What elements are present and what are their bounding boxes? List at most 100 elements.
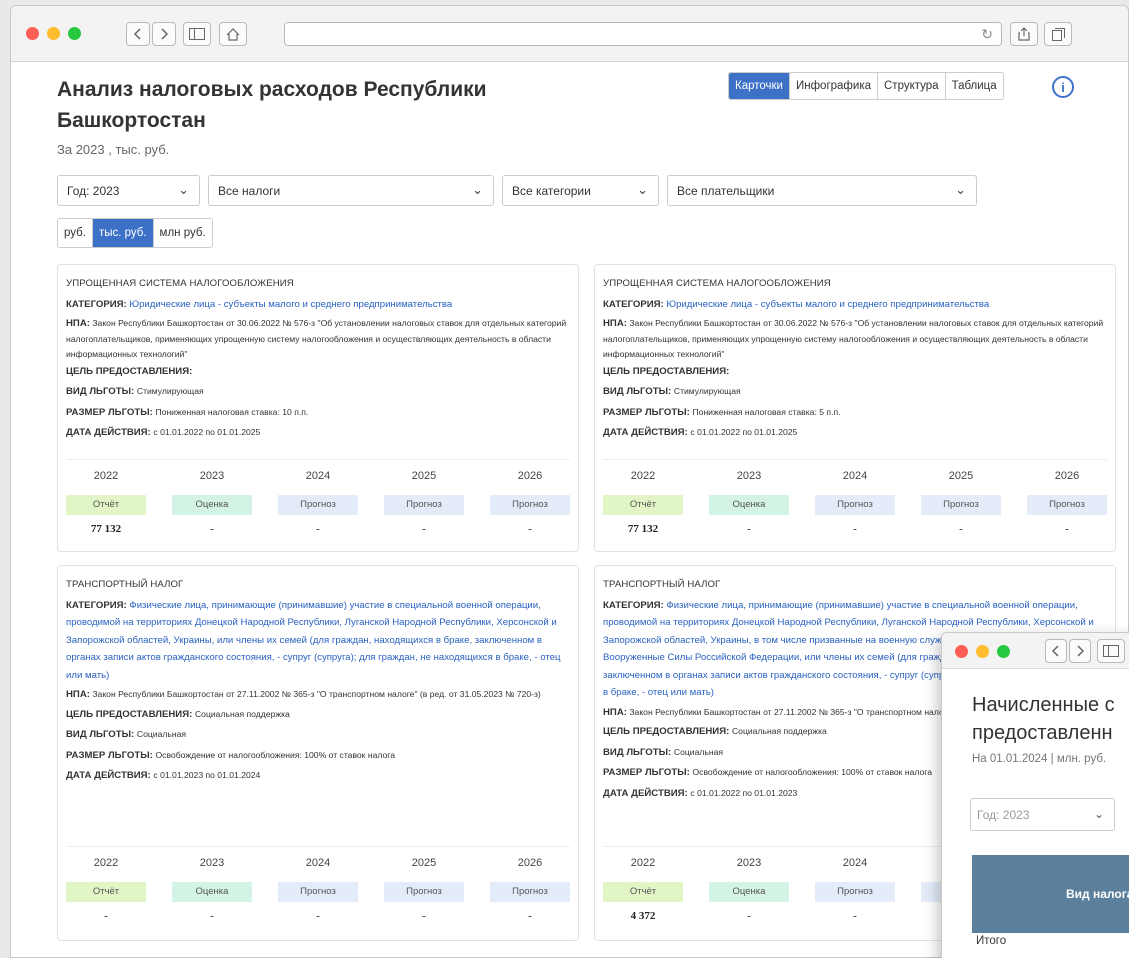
unit-million-rub[interactable]: млн руб. <box>152 219 212 247</box>
status-badge: Прогноз <box>921 494 1001 515</box>
year-label: 2022 <box>93 857 119 869</box>
page-title: Анализ налоговых расходов Республики Баш… <box>57 78 487 132</box>
second-browser-window[interactable]: Начисленные с предоставленн На 01.01.202… <box>941 632 1129 958</box>
forward-button[interactable] <box>152 22 176 46</box>
page-subtitle: За 2023 , тыс. руб. <box>57 142 170 157</box>
minimize-window-button[interactable] <box>47 27 60 40</box>
date-label: ДАТА ДЕЙСТВИЯ: <box>603 427 688 438</box>
status-badge: Прогноз <box>1027 494 1107 515</box>
chevron-down-icon: ⌄ <box>1093 807 1104 821</box>
close-window-button[interactable] <box>26 27 39 40</box>
goal-label: ЦЕЛЬ ПРЕДОСТАВЛЕНИЯ: <box>66 708 193 720</box>
info-icon[interactable]: i <box>1052 76 1074 98</box>
year-value: - <box>316 522 320 535</box>
status-badge: Прогноз <box>384 881 464 902</box>
card-category[interactable]: Юридические лица - субъекты малого и сре… <box>129 299 452 310</box>
tab-cards[interactable]: Карточки <box>729 73 789 99</box>
chevron-right-icon <box>161 28 169 40</box>
status-badge: Отчёт <box>603 494 683 515</box>
year-value: - <box>210 522 214 535</box>
date-label: ДАТА ДЕЙСТВИЯ: <box>66 770 151 781</box>
unit-rub[interactable]: руб. <box>58 219 92 247</box>
year-value: - <box>1065 522 1069 535</box>
year-grid: 2022 2023 2024 2025 2026 Отчёт Оценка Пр… <box>66 846 570 925</box>
chevron-right-icon <box>1077 645 1085 657</box>
back-button[interactable] <box>126 22 150 46</box>
goal-label: ЦЕЛЬ ПРЕДОСТАВЛЕНИЯ: <box>66 365 193 377</box>
chevron-down-icon: ⌄ <box>955 182 966 197</box>
npa-label: НПА: <box>603 318 627 329</box>
sidebar-toggle-button[interactable] <box>1097 639 1125 663</box>
share-button[interactable] <box>1010 22 1038 46</box>
forward-button[interactable] <box>1069 639 1091 663</box>
status-badge: Отчёт <box>66 881 146 902</box>
card-tax-name: УПРОЩЕННАЯ СИСТЕМА НАЛОГООБЛОЖЕНИЯ <box>603 278 831 289</box>
year-grid: 2022 2023 2024 2025 2026 Отчёт Оценка Пр… <box>66 459 570 538</box>
card-date: с 01.01.2023 по 01.01.2024 <box>153 770 261 780</box>
share-icon <box>1018 27 1030 41</box>
tax-filter[interactable]: Все налоги ⌄ <box>208 175 494 206</box>
year-label: 2023 <box>736 470 762 482</box>
year-value: - <box>210 909 214 922</box>
year-label: 2025 <box>948 470 974 482</box>
year-label: 2025 <box>411 857 437 869</box>
year-value: - <box>528 522 532 535</box>
reload-icon[interactable]: ↻ <box>981 26 993 43</box>
kind-label: ВИД ЛЬГОТЫ: <box>66 729 135 740</box>
sidebar-icon <box>189 28 205 40</box>
year-value: - <box>528 909 532 922</box>
status-badge: Оценка <box>709 494 789 515</box>
category-label: КАТЕГОРИЯ: <box>603 298 664 310</box>
home-button[interactable] <box>219 22 247 46</box>
status-badge: Прогноз <box>278 494 358 515</box>
chevron-down-icon: ⌄ <box>178 182 189 197</box>
year-label: 2022 <box>630 470 656 482</box>
window2-year-select[interactable]: Год: 2023 ⌄ <box>970 798 1115 831</box>
sidebar-toggle-button[interactable] <box>183 22 211 46</box>
status-badge: Оценка <box>172 494 252 515</box>
card-size: Пониженная налоговая ставка: 5 п.п. <box>692 406 841 417</box>
window2-title-line-2: предоставленн <box>972 722 1113 744</box>
year-filter[interactable]: Год: 2023 ⌄ <box>57 175 200 206</box>
year-label: 2022 <box>93 470 119 482</box>
card-size: Пониженная налоговая ставка: 10 п.п. <box>155 406 309 417</box>
year-value: 77 132 <box>90 522 122 535</box>
npa-label: НПА: <box>66 689 90 700</box>
unit-switcher: руб. тыс. руб. млн руб. <box>57 218 213 248</box>
card-category[interactable]: Физические лица, принимающие (принимавши… <box>66 600 560 681</box>
address-bar[interactable]: ↻ <box>284 22 1002 46</box>
back-button[interactable] <box>1045 639 1067 663</box>
category-label: КАТЕГОРИЯ: <box>603 599 664 611</box>
minimize-window-button[interactable] <box>976 645 989 658</box>
tab-structure[interactable]: Структура <box>877 73 945 99</box>
unit-thousand-rub[interactable]: тыс. руб. <box>91 219 153 247</box>
year-label: 2025 <box>411 470 437 482</box>
year-value: 4 372 <box>630 909 656 922</box>
year-grid: 2022 2023 2024 2025 2026 Отчёт Оценка Пр… <box>603 459 1107 538</box>
status-badge: Прогноз <box>490 494 570 515</box>
year-label: 2023 <box>199 470 225 482</box>
year-label: 2026 <box>517 470 543 482</box>
tab-table[interactable]: Таблица <box>944 73 1003 99</box>
payer-filter[interactable]: Все плательщики ⌄ <box>667 175 977 206</box>
close-window-button[interactable] <box>955 645 968 658</box>
card-kind: Стимулирующая <box>673 386 741 396</box>
year-value: 77 132 <box>627 522 659 535</box>
tax-expense-card: УПРОЩЕННАЯ СИСТЕМА НАЛОГООБЛОЖЕНИЯ КАТЕГ… <box>594 264 1116 552</box>
tabs-overview-button[interactable] <box>1044 22 1072 46</box>
card-goal: Социальная поддержка <box>731 726 827 736</box>
home-icon <box>226 27 240 41</box>
card-tax-name: ТРАНСПОРТНЫЙ НАЛОГ <box>603 579 721 590</box>
card-category[interactable]: Юридические лица - субъекты малого и сре… <box>666 299 989 310</box>
card-date: с 01.01.2022 по 01.01.2025 <box>690 427 798 437</box>
year-value: - <box>853 522 857 535</box>
zoom-window-button[interactable] <box>997 645 1010 658</box>
status-badge: Прогноз <box>384 494 464 515</box>
kind-label: ВИД ЛЬГОТЫ: <box>603 746 672 758</box>
category-filter[interactable]: Все категории ⌄ <box>502 175 659 206</box>
window2-subtitle: На 01.01.2024 | млн. руб. <box>972 753 1107 765</box>
npa-label: НПА: <box>603 706 627 718</box>
tab-infographics[interactable]: Инфографика <box>788 73 877 99</box>
zoom-window-button[interactable] <box>68 27 81 40</box>
year-value: - <box>747 522 751 535</box>
